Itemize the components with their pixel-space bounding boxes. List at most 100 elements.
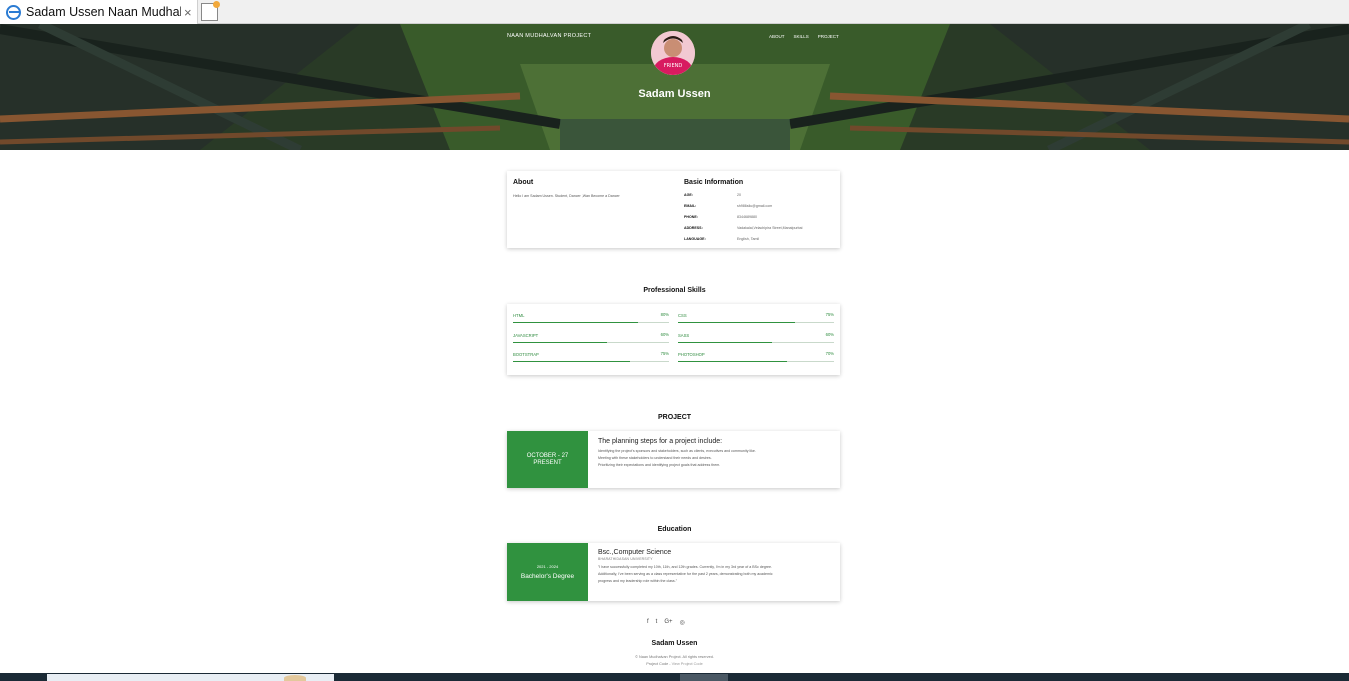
education-card: 2021 - 2024 Bachelor's Degree Bsc.,Compu… [507,543,840,601]
education-years: 2021 - 2024 [536,564,559,569]
info-row-email: EMAIL: sh986silu@gmail.com [684,204,772,208]
skill-photoshop: PHOTOSHOP 70% [678,348,834,364]
education-section-title: Education [657,526,692,533]
basic-info-title: Basic Information [684,179,744,186]
skill-name: SASS [678,333,690,338]
taskbar-item[interactable] [680,674,728,681]
project-card: OCTOBER - 27 PRESENT The planning steps … [507,431,840,488]
education-line: Additionally, I've been serving as a cla… [598,572,773,576]
nav-link-skills[interactable]: SKILLS [794,34,809,39]
info-label: PHONE: [684,215,698,219]
tab-title: Sadam Ussen Naan Mudhal... [26,5,181,19]
skill-progress-track [513,342,669,344]
skill-progress-fill [678,361,788,363]
skill-progress-track [678,361,834,363]
info-row-language: LANGUAGE: English, Tamil [684,237,759,241]
skill-name: JAVASCRIPT [513,333,539,338]
skill-name: BOOTSTRAP [513,352,539,357]
info-value: 20 [737,193,741,197]
google-plus-icon[interactable]: G+ [664,619,672,626]
skill-css: CSS 75% [678,309,834,325]
project-heading: The planning steps for a project include… [598,438,723,445]
twitter-icon[interactable]: t [656,619,658,626]
project-line: Prioritizing their expectations and iden… [598,463,721,467]
nav-links: ABOUT SKILLS PROJECT [769,34,839,39]
skill-percent: 80% [660,312,669,317]
footer-project-code: Project Code - View Project Code [0,662,1349,666]
info-label: LANGUAGE: [684,237,706,241]
project-body: The planning steps for a project include… [598,438,834,469]
skill-progress-track [513,361,669,363]
browser-tab-strip: Sadam Ussen Naan Mudhal... × [0,0,1349,24]
view-project-code-link[interactable]: View Project Code [672,662,703,666]
footer-copyright: © Naan Mudhalvan Project. All rights res… [635,655,714,659]
info-row-age: AGE: 20 [684,193,741,197]
project-date: OCTOBER - 27 [526,453,569,459]
info-row-address: ADDRESS: Vadakalai,Velachipira Street,Ma… [684,226,802,230]
skill-percent: 75% [660,351,669,356]
about-card: About Hello I am Sadam Ussen. Student, D… [507,171,840,248]
education-body: Bsc.,Computer Science BHARATHIDASAN UNIV… [598,549,834,585]
skill-bootstrap: BOOTSTRAP 75% [513,348,669,364]
info-value: Vadakalai,Velachipira Street,Manalpurbai [737,226,803,230]
skill-sass: SASS 60% [678,329,834,345]
skills-card: HTML 80% CSS 75% JAVASCRIPT 60% SASS 60%… [507,304,840,375]
info-row-phone: PHONE: 8344689880 [684,215,757,219]
project-section-title: PROJECT [657,414,692,421]
skills-section-title: Professional Skills [643,287,706,294]
skill-percent: 60% [825,332,834,337]
skill-progress-track [513,322,669,324]
info-value: English, Tamil [737,237,760,241]
footer-project-code-label: Project Code - [646,662,672,666]
taskbar-clock[interactable] [1258,674,1302,681]
info-value: sh986silu@gmail.com [737,204,773,208]
skill-html: HTML 80% [513,309,669,325]
skill-progress-fill [678,322,795,324]
nav-link-project[interactable]: PROJECT [818,34,839,39]
skill-percent: 70% [825,351,834,356]
education-heading: Bsc.,Computer Science [598,549,672,556]
avatar: FRIEND [651,31,695,75]
info-label: AGE: [684,193,693,197]
skill-name: PHOTOSHOP [678,352,705,357]
education-line: "I have successfully completed my 10th, … [598,565,773,569]
skill-progress-fill [513,361,630,363]
project-status: PRESENT [533,460,562,466]
project-line: Meeting with these stakeholders to under… [598,456,712,460]
skill-name: HTML [513,313,525,318]
skill-progress-fill [513,342,607,344]
education-line: progress and my leadership role within t… [598,579,677,583]
internet-explorer-icon [6,4,21,20]
info-value: 8344689880 [737,215,757,219]
about-text: Hello I am Sadam Ussen. Student, Dancer … [513,194,620,198]
browser-tab[interactable]: Sadam Ussen Naan Mudhal... × [0,0,198,24]
nav-brand[interactable]: NAAN MUDHALVAN PROJECT [507,33,591,39]
skill-progress-track [678,322,834,324]
about-title: About [513,179,534,186]
tab-close-icon[interactable]: × [184,5,192,20]
instagram-icon[interactable]: ◎ [680,619,685,626]
facebook-icon[interactable]: f [647,619,649,626]
education-date-block: 2021 - 2024 Bachelor's Degree [507,543,588,601]
skill-percent: 60% [660,332,669,337]
skill-progress-track [678,342,834,344]
skill-javascript: JAVASCRIPT 60% [513,329,669,345]
skill-name: CSS [678,313,687,318]
hero-name: Sadam Ussen [638,88,711,100]
footer-name: Sadam Ussen [651,640,698,647]
project-date-block: OCTOBER - 27 PRESENT [507,431,588,488]
info-label: EMAIL: [684,204,697,208]
education-degree: Bachelor's Degree [520,573,575,580]
skill-percent: 75% [825,312,834,317]
new-tab-icon[interactable] [201,1,220,21]
nav-link-about[interactable]: ABOUT [769,34,785,39]
info-label: ADDRESS: [684,226,703,230]
project-line: Identifying the project's sponsors and s… [598,449,756,453]
skill-progress-fill [513,322,638,324]
education-institution: BHARATHIDASAN UNIVERSITY [598,557,653,561]
skill-progress-fill [678,342,772,344]
avatar-shirt-text: FRIEND [664,63,683,69]
social-links: f t G+ ◎ [647,619,685,626]
taskbar-app-icon[interactable] [284,675,306,681]
hero-header: NAAN MUDHALVAN PROJECT ABOUT SKILLS PROJ… [0,24,1349,150]
